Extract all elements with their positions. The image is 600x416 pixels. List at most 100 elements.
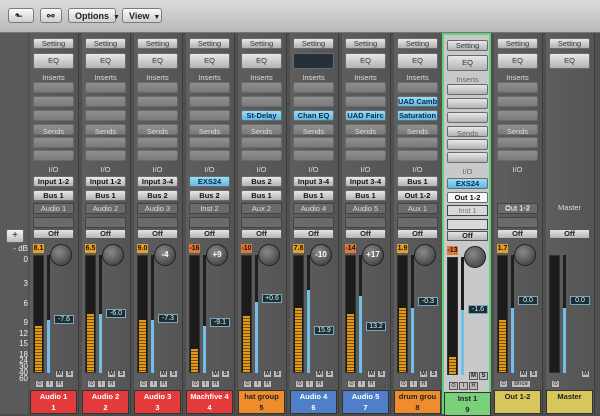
automation-mode-button[interactable]: Off bbox=[33, 229, 74, 239]
send-slot[interactable] bbox=[33, 137, 74, 148]
send-slot[interactable] bbox=[397, 150, 438, 161]
pan-knob[interactable] bbox=[514, 244, 536, 266]
insert-slot[interactable]: Chan EQ bbox=[293, 110, 334, 121]
eq-button[interactable]: EQ bbox=[137, 53, 178, 69]
volume-fader-track[interactable] bbox=[461, 257, 464, 375]
insert-slot[interactable] bbox=[189, 82, 230, 93]
group-slot[interactable] bbox=[397, 217, 438, 228]
volume-readout[interactable]: 0.0 bbox=[570, 296, 590, 305]
link-icon[interactable]: ⊙ bbox=[295, 380, 304, 388]
input-slot[interactable]: Bus 1 bbox=[397, 176, 438, 187]
mute-button[interactable]: M bbox=[581, 370, 590, 378]
pan-knob[interactable] bbox=[258, 244, 280, 266]
input-monitor-button[interactable]: I bbox=[97, 380, 106, 388]
record-button[interactable]: R bbox=[469, 382, 478, 390]
solo-button[interactable]: S bbox=[169, 370, 178, 378]
volume-fader-track[interactable] bbox=[511, 255, 514, 373]
insert-slot[interactable] bbox=[447, 98, 488, 109]
input-monitor-button[interactable]: I bbox=[409, 380, 418, 388]
group-slot[interactable] bbox=[85, 217, 126, 228]
link-icon[interactable]: ⚯ bbox=[40, 8, 62, 23]
volume-readout[interactable]: 13.2 bbox=[366, 322, 386, 331]
setting-button[interactable]: Setting bbox=[447, 40, 488, 51]
send-slot[interactable] bbox=[241, 150, 282, 161]
input-monitor-button[interactable]: I bbox=[253, 380, 262, 388]
automation-mode-button[interactable]: Off bbox=[85, 229, 126, 239]
send-slot[interactable] bbox=[397, 137, 438, 148]
volume-readout[interactable]: -7.6 bbox=[54, 315, 74, 324]
send-slot[interactable] bbox=[497, 150, 538, 161]
setting-button[interactable]: Setting bbox=[33, 38, 74, 49]
link-icon[interactable]: ⊙ bbox=[139, 380, 148, 388]
output-slot[interactable]: Bus 1 bbox=[85, 190, 126, 201]
volume-fader-track[interactable] bbox=[255, 255, 258, 373]
insert-slot[interactable] bbox=[447, 112, 488, 123]
solo-button[interactable]: S bbox=[325, 370, 334, 378]
group-slot[interactable] bbox=[345, 217, 386, 228]
group-slot[interactable] bbox=[241, 217, 282, 228]
insert-slot[interactable] bbox=[85, 82, 126, 93]
group-slot[interactable] bbox=[447, 219, 488, 230]
send-slot[interactable] bbox=[85, 137, 126, 148]
view-menu[interactable]: View ▼ bbox=[122, 8, 162, 23]
automation-mode-button[interactable]: Off bbox=[137, 229, 178, 239]
insert-slot[interactable] bbox=[447, 84, 488, 95]
send-slot[interactable] bbox=[447, 139, 488, 150]
setting-button[interactable]: Setting bbox=[241, 38, 282, 49]
add-strip-button[interactable]: + bbox=[6, 229, 24, 243]
setting-button[interactable]: Setting bbox=[293, 38, 334, 49]
mute-button[interactable]: M bbox=[469, 372, 478, 380]
link-icon[interactable]: ⊙ bbox=[499, 380, 508, 388]
input-slot[interactable]: EXS24 bbox=[189, 176, 230, 187]
send-slot[interactable] bbox=[345, 137, 386, 148]
group-slot[interactable] bbox=[137, 217, 178, 228]
output-slot[interactable]: Out 1-2 bbox=[447, 192, 488, 203]
pan-knob[interactable]: +9 bbox=[206, 244, 228, 266]
insert-slot[interactable] bbox=[189, 110, 230, 121]
pan-knob[interactable]: -10 bbox=[310, 244, 332, 266]
volume-fader-track[interactable] bbox=[307, 255, 310, 373]
mute-button[interactable]: M bbox=[367, 370, 376, 378]
volume-readout[interactable]: 15.9 bbox=[314, 326, 334, 335]
mute-button[interactable]: M bbox=[263, 370, 272, 378]
insert-slot[interactable]: UAD Camb bbox=[397, 96, 438, 107]
mute-button[interactable]: M bbox=[211, 370, 220, 378]
input-monitor-button[interactable]: I bbox=[201, 380, 210, 388]
link-icon[interactable]: ⊙ bbox=[551, 380, 560, 388]
mute-button[interactable]: M bbox=[419, 370, 428, 378]
insert-slot[interactable] bbox=[345, 82, 386, 93]
solo-button[interactable]: S bbox=[529, 370, 538, 378]
solo-button[interactable]: S bbox=[377, 370, 386, 378]
volume-readout[interactable]: -9.1 bbox=[210, 318, 230, 327]
insert-slot[interactable] bbox=[85, 96, 126, 107]
insert-slot[interactable] bbox=[497, 96, 538, 107]
setting-button[interactable]: Setting bbox=[85, 38, 126, 49]
eq-button[interactable]: EQ bbox=[85, 53, 126, 69]
insert-slot[interactable] bbox=[137, 110, 178, 121]
volume-fader-track[interactable] bbox=[99, 255, 102, 373]
solo-button[interactable]: S bbox=[65, 370, 74, 378]
send-slot[interactable] bbox=[33, 150, 74, 161]
output-slot[interactable]: Bus 1 bbox=[345, 190, 386, 201]
solo-button[interactable]: S bbox=[479, 372, 488, 380]
mute-button[interactable]: M bbox=[55, 370, 64, 378]
send-slot[interactable] bbox=[137, 137, 178, 148]
solo-button[interactable]: S bbox=[429, 370, 438, 378]
volume-readout[interactable]: -7.3 bbox=[158, 314, 178, 323]
insert-slot[interactable] bbox=[189, 96, 230, 107]
pan-knob[interactable] bbox=[102, 244, 124, 266]
volume-fader-track[interactable] bbox=[563, 255, 566, 373]
setting-button[interactable]: Setting bbox=[137, 38, 178, 49]
mute-button[interactable]: M bbox=[315, 370, 324, 378]
options-menu[interactable]: Options ▼ bbox=[68, 8, 120, 23]
record-button[interactable]: R bbox=[159, 380, 168, 388]
eq-button[interactable]: EQ bbox=[397, 53, 438, 69]
output-slot[interactable]: Bus 2 bbox=[189, 190, 230, 201]
automation-mode-button[interactable]: Off bbox=[549, 229, 590, 239]
automation-mode-button[interactable]: Off bbox=[293, 229, 334, 239]
solo-button[interactable]: S bbox=[117, 370, 126, 378]
input-monitor-button[interactable]: I bbox=[357, 380, 366, 388]
insert-slot[interactable] bbox=[497, 82, 538, 93]
output-slot[interactable]: Bus 1 bbox=[293, 190, 334, 201]
send-slot[interactable] bbox=[137, 150, 178, 161]
